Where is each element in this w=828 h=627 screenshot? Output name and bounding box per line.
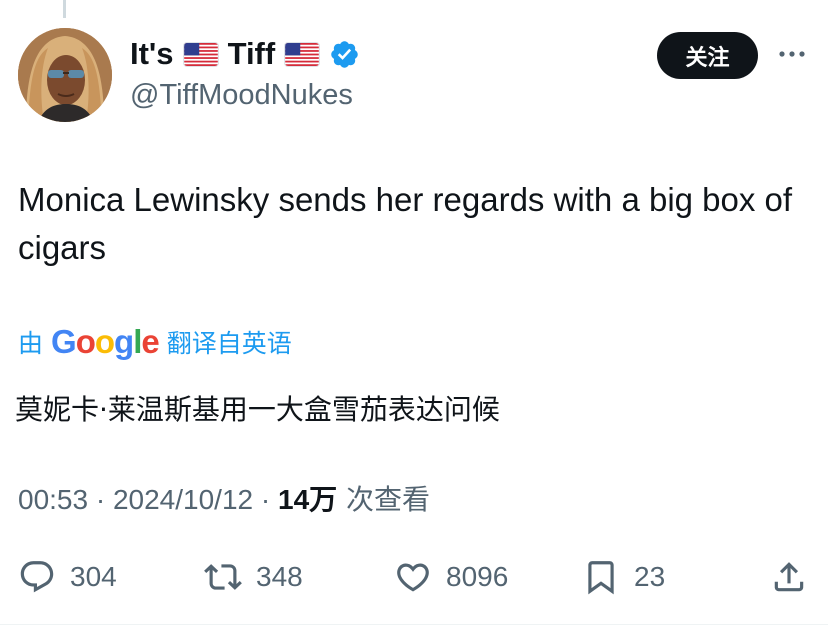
views-label: 次查看 — [337, 483, 431, 516]
follow-button[interactable]: 关注 — [657, 32, 758, 79]
tweet-actions-bar: 304 348 8096 23 — [0, 552, 828, 602]
translated-from-label: 翻译自英语 — [166, 329, 292, 358]
share-button[interactable] — [770, 552, 808, 602]
author-names: It's Tiff @TiffMoodNukes — [130, 34, 360, 115]
author-name-suffix: Tiff — [227, 36, 276, 71]
translated-by-label: 由 — [18, 329, 44, 358]
like-count: 8096 — [446, 561, 509, 592]
avatar-photo-icon — [18, 28, 112, 122]
verified-badge-icon[interactable] — [329, 39, 360, 70]
more-options-icon[interactable] — [777, 48, 807, 60]
google-logo: Google — [51, 323, 160, 360]
heart-icon — [397, 563, 429, 592]
share-icon — [774, 562, 804, 592]
thread-connector-line — [63, 0, 66, 18]
like-button[interactable]: 8096 — [394, 552, 508, 602]
bookmark-button[interactable]: 23 — [582, 552, 665, 602]
us-flag-icon — [183, 42, 218, 66]
meta-separator: · — [253, 484, 278, 515]
tweet-time[interactable]: 00:53 — [18, 484, 88, 515]
translated-tweet-text: 莫妮卡·莱温斯基用一大盒雪茄表达问候 — [15, 393, 500, 426]
meta-separator: · — [88, 484, 113, 515]
bookmark-icon — [588, 561, 614, 595]
reply-icon — [20, 561, 54, 593]
user-avatar[interactable] — [18, 28, 112, 122]
tweet-date[interactable]: 2024/10/12 — [113, 484, 253, 515]
bookmark-count: 23 — [634, 561, 666, 592]
retweet-icon — [204, 564, 242, 590]
retweet-button[interactable]: 348 — [204, 552, 303, 602]
reply-count: 304 — [70, 561, 117, 592]
author-handle[interactable]: @TiffMoodNukes — [130, 75, 360, 115]
divider — [0, 624, 828, 625]
retweet-count: 348 — [256, 561, 303, 592]
author-display-name[interactable]: It's Tiff — [130, 34, 360, 74]
us-flag-icon — [285, 42, 320, 66]
translation-attribution[interactable]: 由 Google 翻译自英语 — [18, 322, 292, 362]
views-count[interactable]: 14万 — [278, 484, 337, 515]
tweet-metadata: 00:53 · 2024/10/12 · 14万 次查看 — [18, 480, 430, 520]
reply-button[interactable]: 304 — [18, 552, 117, 602]
tweet-text: Monica Lewinsky sends her regards with a… — [18, 181, 793, 266]
author-name-prefix: It's — [130, 36, 174, 71]
